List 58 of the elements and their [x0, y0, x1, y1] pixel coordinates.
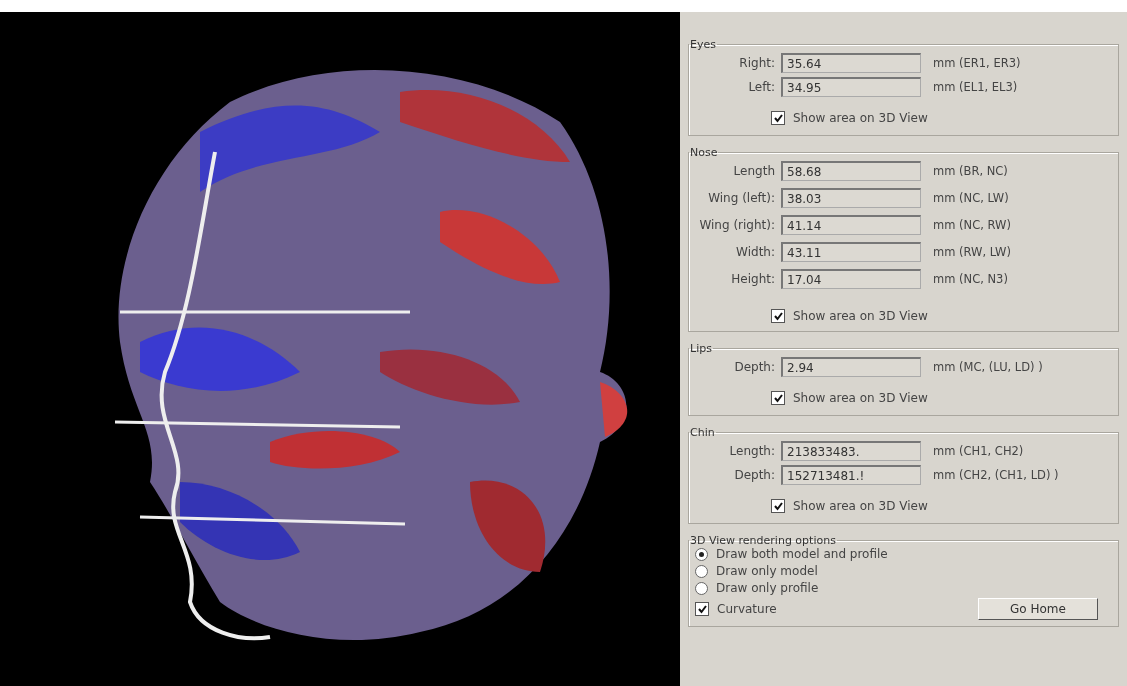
radio-button[interactable] — [695, 581, 708, 595]
checkbox[interactable] — [771, 309, 785, 323]
value-field[interactable]: 35.64 — [781, 53, 921, 73]
unit-text: mm (MC, (LU, LD) ) — [933, 360, 1043, 374]
value-field[interactable]: 2.94 — [781, 357, 921, 377]
radio-label: Draw only model — [716, 564, 818, 578]
unit-text: mm (NC, LW) — [933, 191, 1009, 205]
group-title: Nose — [689, 146, 719, 159]
field-label: Length — [732, 164, 775, 178]
checkbox[interactable] — [771, 391, 785, 405]
checkmark-icon — [773, 393, 783, 403]
field-label: Wing (right): — [698, 218, 775, 232]
field-label: Depth: — [733, 468, 775, 482]
value-field[interactable]: 152713481.! — [781, 465, 921, 485]
radio-label: Draw only profile — [716, 581, 819, 595]
value-field[interactable]: 41.14 — [781, 215, 921, 235]
value-field[interactable]: 58.68 — [781, 161, 921, 181]
field-label: Right: — [738, 56, 775, 70]
unit-text: mm (NC, N3) — [933, 272, 1008, 286]
field-label: Width: — [735, 245, 775, 259]
unit-text: mm (CH2, (CH1, LD) ) — [933, 468, 1059, 482]
unit-text: mm (CH1, CH2) — [933, 444, 1024, 458]
group-title: 3D View rendering options — [689, 534, 837, 547]
checkbox-label: Show area on 3D View — [793, 309, 928, 323]
unit-text: mm (BR, NC) — [933, 164, 1008, 178]
field-label: Left: — [747, 80, 775, 94]
value-field[interactable]: 34.95 — [781, 77, 921, 97]
checkmark-icon — [773, 311, 783, 321]
checkbox[interactable] — [771, 499, 785, 513]
field-label: Height: — [730, 272, 775, 286]
value-field[interactable]: 213833483. — [781, 441, 921, 461]
radio-label: Draw both model and profile — [716, 547, 888, 561]
unit-text: mm (EL1, EL3) — [933, 80, 1018, 94]
checkbox-label: Curvature — [717, 602, 777, 616]
group-title: Chin — [689, 426, 716, 439]
unit-text: mm (NC, RW) — [933, 218, 1011, 232]
value-field[interactable]: 43.11 — [781, 242, 921, 262]
radio-dot — [699, 551, 704, 557]
unit-text: mm (RW, LW) — [933, 245, 1011, 259]
checkbox-label: Show area on 3D View — [793, 111, 928, 125]
field-label: Length: — [728, 444, 775, 458]
checkbox-label: Show area on 3D View — [793, 391, 928, 405]
checkmark-icon — [773, 501, 783, 511]
unit-text: mm (ER1, ER3) — [933, 56, 1021, 70]
checkmark-icon — [773, 113, 783, 123]
checkbox[interactable] — [695, 602, 709, 616]
field-label: Wing (left): — [707, 191, 775, 205]
radio-button[interactable] — [695, 547, 708, 561]
value-field[interactable]: 17.04 — [781, 269, 921, 289]
value-field[interactable]: 38.03 — [781, 188, 921, 208]
radio-button[interactable] — [695, 564, 708, 578]
checkmark-icon — [697, 604, 707, 614]
group-title: Lips — [689, 342, 713, 355]
field-label: Depth: — [733, 360, 775, 374]
go-home-button[interactable]: Go Home — [978, 598, 1098, 620]
checkbox[interactable] — [771, 111, 785, 125]
group-title: Eyes — [689, 38, 717, 51]
checkbox-label: Show area on 3D View — [793, 499, 928, 513]
